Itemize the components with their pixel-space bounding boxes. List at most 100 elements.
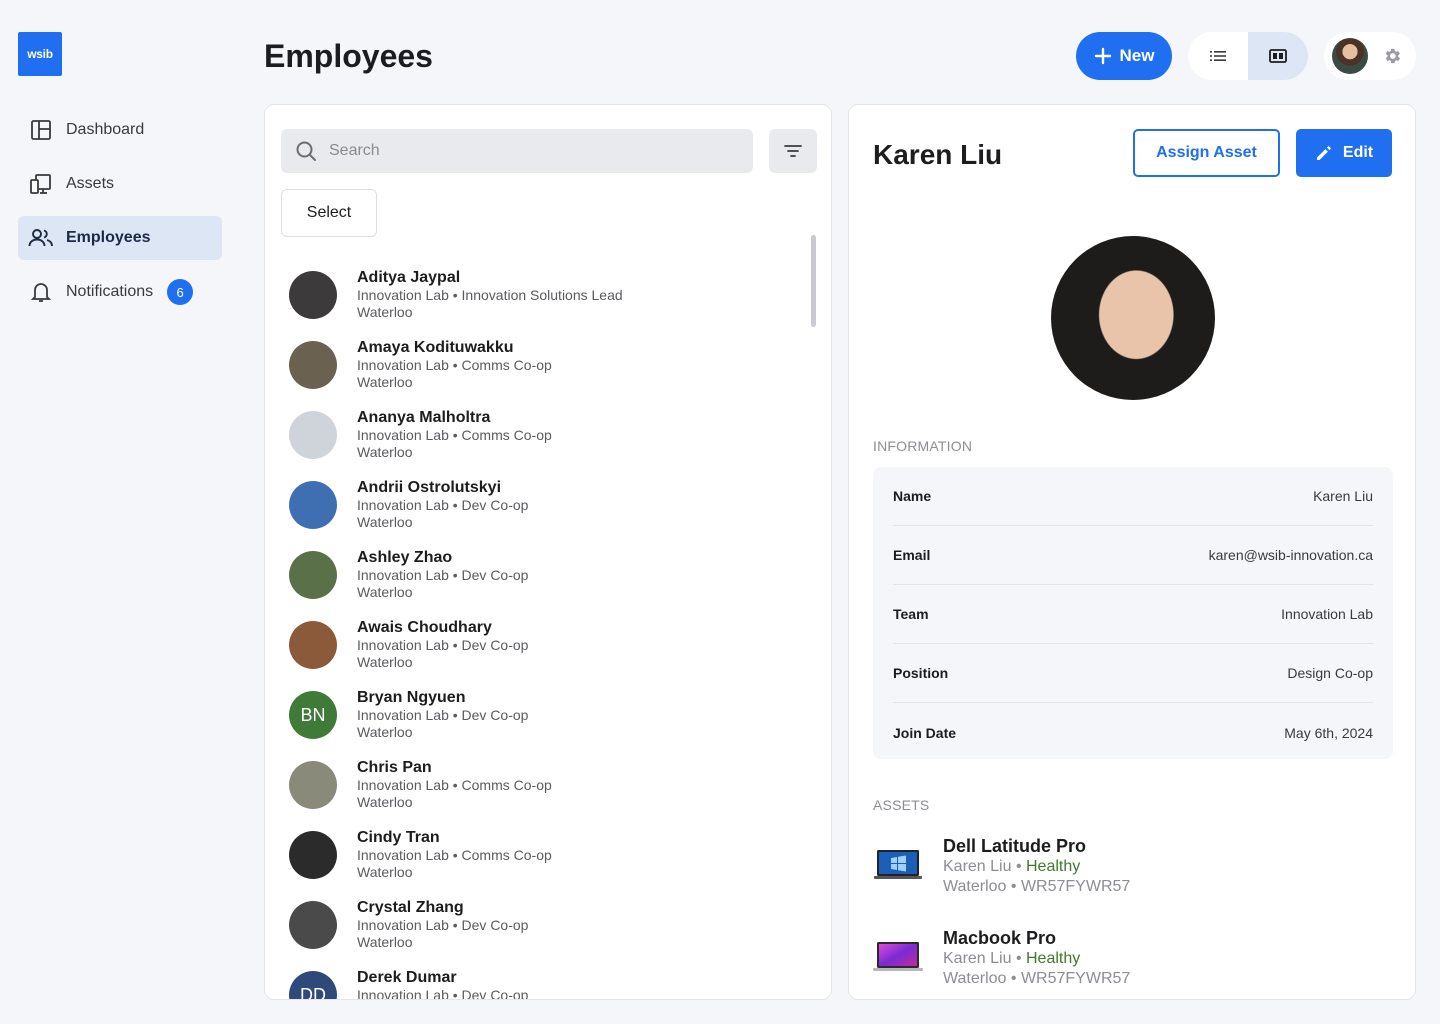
employee-name-heading: Karen Liu xyxy=(873,139,1003,170)
avatar xyxy=(289,831,337,879)
info-row: Position Design Co-op xyxy=(893,644,1373,703)
employee-list-item[interactable]: Andrii Ostrolutskyi Innovation Lab • Dev … xyxy=(289,479,789,549)
search-icon xyxy=(296,141,316,161)
sidebar-item-employees[interactable]: Employees xyxy=(18,216,222,260)
info-row: Join Date May 6th, 2024 xyxy=(893,703,1373,762)
employee-list-item[interactable]: Aditya Jaypal Innovation Lab • Innovation… xyxy=(289,269,789,339)
employee-name: Amaya Kodituwakku xyxy=(357,339,514,356)
info-value: karen@wsib-innovation.ca xyxy=(1208,547,1373,563)
employee-list-item[interactable]: Crystal Zhang Innovation Lab • Dev Co-op W… xyxy=(289,899,789,969)
list-view-button[interactable] xyxy=(1188,32,1248,80)
new-button-label: New xyxy=(1119,46,1155,65)
employee-list-item[interactable]: Ananya Malholtra Innovation Lab • Comms C… xyxy=(289,409,789,479)
asset-status: Healthy xyxy=(1026,858,1081,875)
employee-name: Cindy Tran xyxy=(357,829,440,846)
employee-team-position: Innovation Lab • Dev Co-op xyxy=(357,637,529,653)
employee-team-position: Innovation Lab • Dev Co-op xyxy=(357,917,529,933)
asset-name: Dell Latitude Pro xyxy=(943,836,1087,856)
employee-info: Andrii Ostrolutskyi Innovation Lab • Dev … xyxy=(357,479,528,531)
employee-list-item[interactable]: Cindy Tran Innovation Lab • Comms Co-op Wa… xyxy=(289,829,789,899)
employee-team-position: Innovation Lab • Comms Co-op xyxy=(357,357,552,373)
avatar xyxy=(289,901,337,949)
info-key: Join Date xyxy=(893,724,957,741)
employee-location: Waterloo xyxy=(357,934,413,950)
info-value: Innovation Lab xyxy=(1281,606,1373,622)
employee-list-item[interactable]: Ashley Zhao Innovation Lab • Dev Co-op Wat… xyxy=(289,549,789,619)
search-bar xyxy=(281,129,753,173)
avatar xyxy=(289,761,337,809)
employee-name: Ananya Malholtra xyxy=(357,409,491,426)
asset-item[interactable]: Dell Latitude Pro Karen Liu • Healthy Wa… xyxy=(873,835,1373,899)
asset-owner: Karen Liu xyxy=(943,858,1012,875)
macbook-icon xyxy=(873,937,923,977)
avatar[interactable] xyxy=(1332,38,1368,74)
avatar xyxy=(289,621,337,669)
sidebar-item-label: Notifications xyxy=(66,283,154,300)
employee-info: Awais Choudhary Innovation Lab • Dev Co-o… xyxy=(357,619,528,671)
list-scrollbar[interactable] xyxy=(811,235,816,327)
pencil-icon xyxy=(1316,146,1331,160)
employee-team-position: Innovation Lab • Dev Co-op xyxy=(357,567,529,583)
gear-icon[interactable] xyxy=(1382,46,1402,66)
asset-owner-line: Karen Liu • Healthy xyxy=(943,950,1081,967)
search-input[interactable] xyxy=(329,142,729,160)
employee-list-item[interactable]: Chris Pan Innovation Lab • Comms Co-op Wat… xyxy=(289,759,789,829)
info-value: Design Co-op xyxy=(1287,665,1373,681)
employee-team-position: Innovation Lab • Innovation Solutions Le… xyxy=(357,287,623,303)
sidebar-item-assets[interactable]: Assets xyxy=(18,162,222,206)
information-card: Name Karen Liu Email karen@wsib-innovation.… xyxy=(873,467,1393,759)
user-menu[interactable] xyxy=(1324,32,1416,80)
list-view-icon xyxy=(1210,51,1226,61)
employee-list-item[interactable]: BN Bryan Ngyuen Innovation Lab • Dev Co-op… xyxy=(289,689,789,759)
asset-item[interactable]: Macbook Pro Karen Liu • Healthy Waterloo… xyxy=(873,927,1373,991)
employee-info: Crystal Zhang Innovation Lab • Dev Co-op W… xyxy=(357,899,528,951)
employee-team-position: Innovation Lab • Dev Co-op xyxy=(357,987,529,1000)
asset-info: Macbook Pro Karen Liu • Healthy Waterloo… xyxy=(943,927,1130,991)
sidebar-nav: Dashboard Assets Employees Notifications… xyxy=(18,108,222,324)
employee-location: Waterloo xyxy=(357,654,413,670)
edit-button[interactable]: Edit xyxy=(1296,129,1392,177)
asset-status: Healthy xyxy=(1026,950,1081,967)
filter-icon xyxy=(784,145,802,157)
employee-info: Derek DumarInnovation Lab • Dev Co-opWat… xyxy=(357,969,529,1000)
info-key: Team xyxy=(893,606,929,622)
employee-list-item[interactable]: DD Derek DumarInnovation Lab • Dev Co-opW… xyxy=(289,969,789,1000)
info-row: Name Karen Liu xyxy=(893,467,1373,526)
assign-asset-button[interactable]: Assign Asset xyxy=(1133,129,1280,177)
employee-name: Ashley Zhao xyxy=(357,549,453,566)
sidebar-item-dashboard[interactable]: Dashboard xyxy=(18,108,222,152)
employee-avatar xyxy=(1051,236,1215,400)
employee-info: Ananya Malholtra Innovation Lab • Comms C… xyxy=(357,409,552,461)
new-button[interactable]: New xyxy=(1076,32,1172,80)
people-icon xyxy=(28,225,54,251)
plus-icon xyxy=(1094,47,1111,65)
sidebar-item-notifications[interactable]: Notifications 6 xyxy=(18,270,222,314)
avatar xyxy=(289,481,337,529)
card-view-button[interactable] xyxy=(1248,32,1308,80)
avatar xyxy=(289,271,337,319)
employee-info: Bryan Ngyuen Innovation Lab • Dev Co-op Wa… xyxy=(357,689,528,741)
employee-location: Waterloo xyxy=(357,794,413,810)
avatar: DD xyxy=(289,971,337,999)
select-button[interactable]: Select xyxy=(281,189,377,237)
employee-name: Aditya Jaypal xyxy=(357,269,461,286)
filter-button[interactable] xyxy=(769,129,817,173)
info-row: Email karen@wsib-innovation.ca xyxy=(893,526,1373,585)
employee-location: Waterloo xyxy=(357,374,413,390)
employee-location: Waterloo xyxy=(357,514,413,530)
asset-owner: Karen Liu xyxy=(943,950,1012,967)
employee-list-item[interactable]: Awais Choudhary Innovation Lab • Dev Co-o… xyxy=(289,619,789,689)
avatar xyxy=(289,411,337,459)
employee-team-position: Innovation Lab • Comms Co-op xyxy=(357,777,552,793)
wsib-logo[interactable]: wsib xyxy=(18,32,62,76)
employee-location: Waterloo xyxy=(357,584,413,600)
asset-info: Dell Latitude Pro Karen Liu • Healthy Wa… xyxy=(943,835,1130,899)
employee-info: Aditya Jaypal Innovation Lab • Innovation… xyxy=(357,269,623,321)
employee-info: Ashley Zhao Innovation Lab • Dev Co-op Wat… xyxy=(357,549,528,601)
info-key: Email xyxy=(893,547,931,563)
avatar: BN xyxy=(289,691,337,739)
info-value: May 6th, 2024 xyxy=(1284,724,1373,741)
employee-location: Waterloo xyxy=(357,864,413,880)
employee-list-item[interactable]: Amaya Kodituwakku Innovation Lab • Comms … xyxy=(289,339,789,409)
employee-name: Derek Dumar xyxy=(357,969,457,986)
